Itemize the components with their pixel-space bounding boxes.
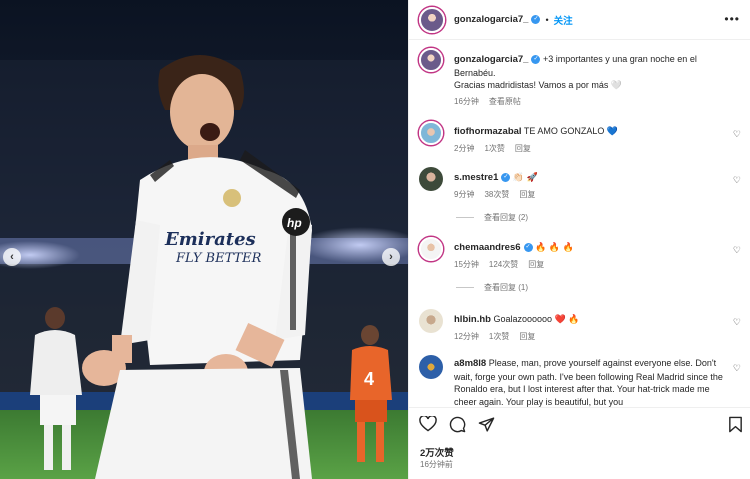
- player-celebration-image: 4 Emirates FLY BETTER hp: [0, 0, 408, 479]
- share-paper-plane-icon[interactable]: [478, 416, 495, 433]
- view-replies-button[interactable]: 查看回复 (2): [456, 212, 528, 223]
- view-replies-label[interactable]: 查看回复 (1): [484, 282, 528, 293]
- more-options-icon[interactable]: •••: [724, 12, 740, 26]
- caption-time[interactable]: 16分钟: [454, 96, 479, 109]
- comment-time[interactable]: 9分钟: [454, 189, 474, 202]
- svg-text:Emirates: Emirates: [164, 229, 256, 250]
- comment-text: Please, man, prove yourself against ever…: [454, 358, 723, 407]
- reply-button[interactable]: 回复: [519, 331, 535, 344]
- verified-badge-icon: ✓: [523, 243, 533, 253]
- comment-avatar[interactable]: [419, 121, 443, 145]
- comments-list: gonzalogarcia7_ ✓ +3 importantes y una gr…: [409, 41, 750, 407]
- see-translation-link[interactable]: 查看原帖: [489, 96, 521, 109]
- caption-username[interactable]: gonzalogarcia7_: [454, 54, 528, 65]
- comment-username[interactable]: s.mestre1: [454, 172, 498, 183]
- comment-text: 🔥 🔥 🔥: [535, 242, 574, 252]
- comment-body: chemaandres6 ✓ 🔥 🔥 🔥 15分钟 124次赞 回复: [454, 241, 724, 271]
- like-comment-heart-icon[interactable]: ♡: [733, 175, 741, 186]
- post-actions-bar: 2万次赞 16分钟前: [409, 407, 750, 479]
- comment-body: fiofhormazabal TE AMO GONZALO 💙 2分钟 1次赞 …: [454, 125, 724, 155]
- comment-body: a8m8l8 Please, man, prove yourself again…: [454, 357, 724, 407]
- like-comment-heart-icon[interactable]: ♡: [733, 363, 741, 374]
- like-comment-heart-icon[interactable]: ♡: [733, 317, 741, 328]
- replies-divider: [456, 287, 474, 288]
- replies-divider: [456, 217, 474, 218]
- author-username[interactable]: gonzalogarcia7_: [454, 14, 528, 25]
- caption-text-line1: +3 importantes y una gran noche en el: [542, 54, 697, 64]
- svg-text:FLY BETTER: FLY BETTER: [175, 251, 262, 266]
- comment-likes[interactable]: 1次赞: [489, 331, 509, 344]
- view-replies-button[interactable]: 查看回复 (1): [456, 282, 528, 293]
- reply-button[interactable]: 回复: [515, 143, 531, 156]
- comment-username[interactable]: a8m8l8: [454, 358, 486, 369]
- verified-badge-icon: ✓: [531, 55, 541, 65]
- post-header: gonzalogarcia7_ ✓ • 关注 •••: [409, 0, 750, 40]
- verified-badge-icon: ✓: [501, 173, 511, 183]
- comment-time[interactable]: 12分钟: [454, 331, 479, 344]
- author-avatar[interactable]: [419, 6, 445, 33]
- like-heart-icon[interactable]: [419, 416, 437, 432]
- caption-author-avatar[interactable]: [419, 48, 443, 72]
- instagram-post-view: 4 Emirates FLY BETTER hp ‹ › gonzalogarc…: [0, 0, 750, 479]
- post-photo: 4 Emirates FLY BETTER hp ‹ ›: [0, 0, 408, 479]
- post-time[interactable]: 16分钟前: [420, 459, 453, 470]
- view-replies-label[interactable]: 查看回复 (2): [484, 212, 528, 223]
- comment-likes[interactable]: 1次赞: [484, 143, 504, 156]
- follow-button[interactable]: 关注: [554, 13, 573, 27]
- post-likes-count[interactable]: 2万次赞: [420, 445, 454, 459]
- comment-likes[interactable]: 124次赞: [489, 259, 518, 272]
- previous-photo-button[interactable]: ‹: [3, 248, 21, 266]
- svg-text:4: 4: [364, 369, 374, 389]
- comment-text: 👏🏻 🚀: [512, 172, 538, 182]
- comment-username[interactable]: hlbin.hb: [454, 314, 491, 325]
- like-comment-heart-icon[interactable]: ♡: [733, 245, 741, 256]
- comment-avatar[interactable]: [419, 309, 443, 333]
- comment-username[interactable]: fiofhormazabal: [454, 126, 522, 137]
- reply-button[interactable]: 回复: [528, 259, 544, 272]
- comment-text: Goalazoooooo ❤️ 🔥: [493, 314, 580, 324]
- comment-username[interactable]: chemaandres6: [454, 242, 521, 253]
- comment-avatar[interactable]: [419, 167, 443, 191]
- caption-body: gonzalogarcia7_ ✓ +3 importantes y una gr…: [454, 53, 724, 108]
- caption-text-line2: Bernabéu.: [454, 67, 496, 78]
- next-photo-button[interactable]: ›: [382, 248, 400, 266]
- comment-text: TE AMO GONZALO 💙: [523, 126, 619, 136]
- caption-text-line3: Gracias madridistas! Vamos a por más 🤍: [454, 80, 623, 90]
- reply-button[interactable]: 回复: [519, 189, 535, 202]
- comment-time[interactable]: 2分钟: [454, 143, 474, 156]
- comment-avatar[interactable]: [419, 237, 443, 261]
- verified-badge-icon: ✓: [531, 15, 541, 24]
- caption-meta: 16分钟 查看原帖: [454, 96, 724, 109]
- comment-time[interactable]: 15分钟: [454, 259, 479, 272]
- separator-dot: •: [545, 14, 549, 25]
- post-side-panel: gonzalogarcia7_ ✓ • 关注 ••• gonzalogarcia…: [408, 0, 750, 479]
- svg-text:hp: hp: [287, 216, 302, 230]
- comment-body: hlbin.hb Goalazoooooo ❤️ 🔥 12分钟 1次赞 回复: [454, 313, 724, 343]
- comment-avatar[interactable]: [419, 355, 443, 379]
- comment-body: s.mestre1 ✓ 👏🏻 🚀 9分钟 38次赞 回复: [454, 171, 724, 201]
- comment-likes[interactable]: 38次赞: [484, 189, 509, 202]
- comment-bubble-icon[interactable]: [449, 416, 466, 433]
- like-comment-heart-icon[interactable]: ♡: [733, 129, 741, 140]
- save-bookmark-icon[interactable]: [728, 416, 743, 433]
